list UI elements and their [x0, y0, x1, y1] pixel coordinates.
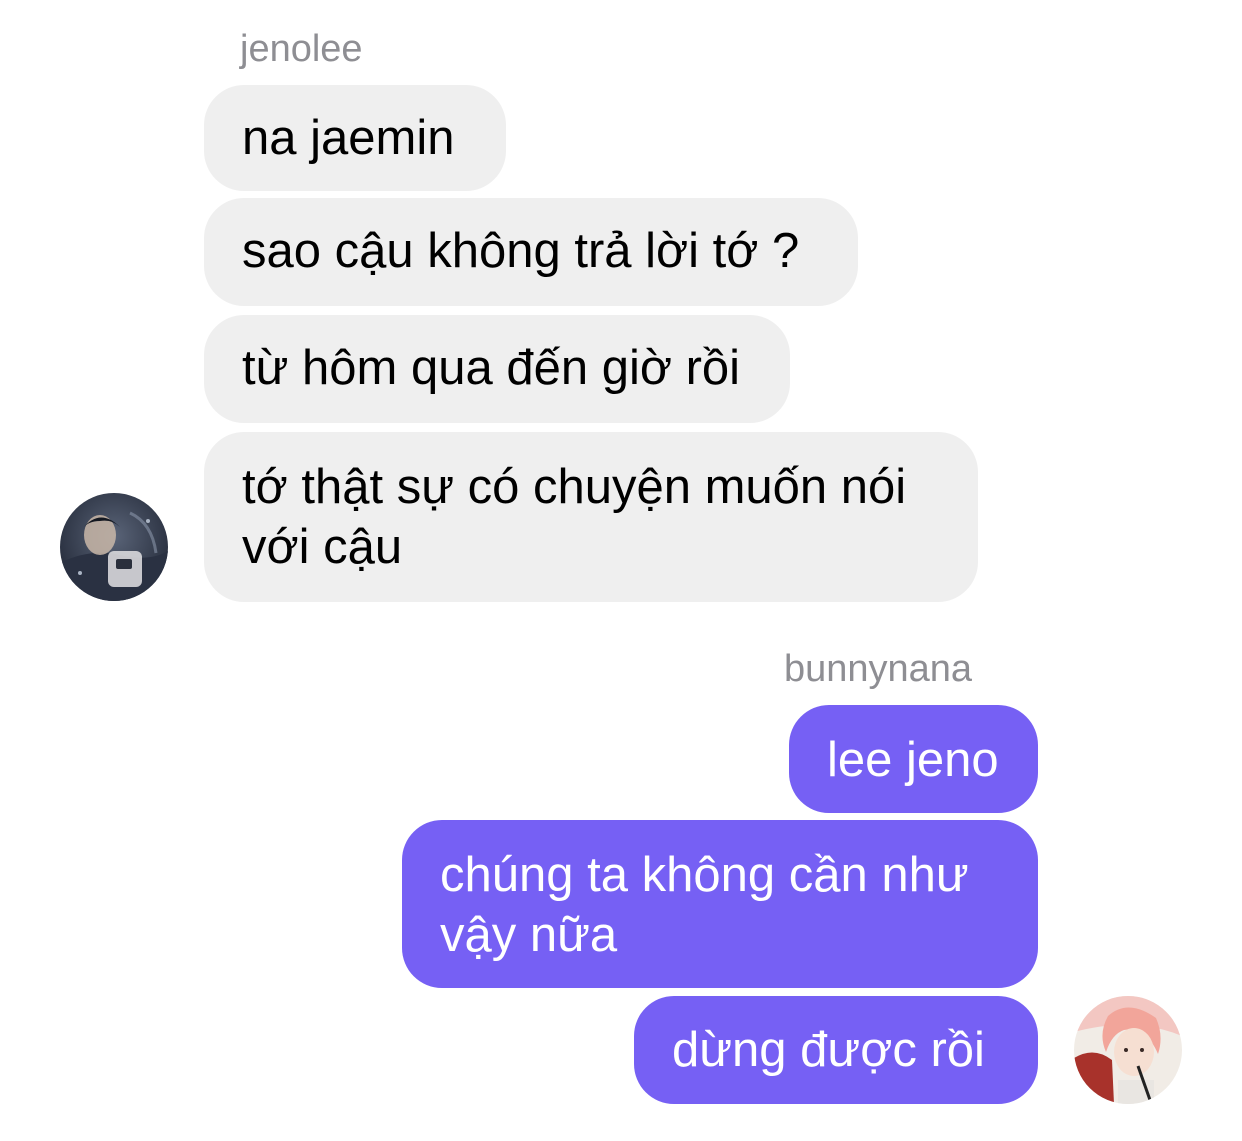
incoming-avatar[interactable] — [60, 493, 168, 601]
outgoing-sender-name: bunnynana — [784, 648, 973, 690]
message-text: từ hôm qua đến giờ rồi — [242, 341, 741, 395]
message-text: chúng ta không cần như vậy nữa — [440, 848, 969, 962]
message-text: dừng được rồi — [672, 1023, 985, 1077]
incoming-message-bubble[interactable]: từ hôm qua đến giờ rồi — [204, 315, 790, 423]
message-text: na jaemin — [242, 111, 455, 165]
incoming-message-bubble[interactable]: sao cậu không trả lời tớ ? — [204, 198, 858, 306]
outgoing-avatar[interactable] — [1074, 996, 1182, 1104]
message-text: tớ thật sự có chuyện muốn nói với cậu — [242, 460, 907, 574]
outgoing-message-bubble[interactable]: chúng ta không cần như vậy nữa — [402, 820, 1038, 988]
incoming-message-bubble[interactable]: na jaemin — [204, 85, 506, 191]
user-avatar-photo-icon — [1074, 996, 1182, 1104]
outgoing-message-bubble[interactable]: lee jeno — [789, 705, 1038, 813]
message-text: lee jeno — [827, 733, 999, 787]
incoming-message-bubble[interactable]: tớ thật sự có chuyện muốn nói với cậu — [204, 432, 978, 602]
user-avatar-photo-icon — [60, 493, 168, 601]
outgoing-message-bubble[interactable]: dừng được rồi — [634, 996, 1038, 1104]
message-text: sao cậu không trả lời tớ ? — [242, 224, 800, 278]
incoming-sender-name: jenolee — [240, 28, 363, 70]
